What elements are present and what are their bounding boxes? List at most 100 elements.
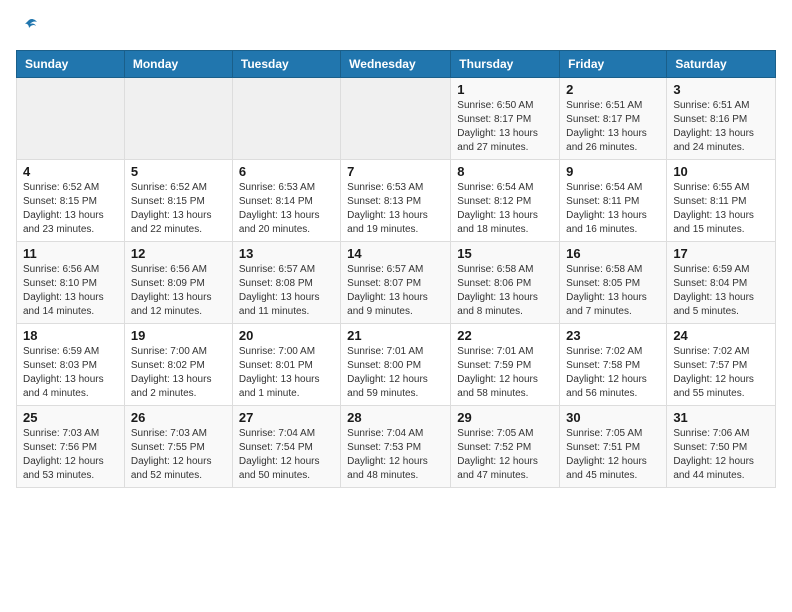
day-number: 15 (457, 246, 553, 261)
day-info: Sunrise: 6:54 AM Sunset: 8:12 PM Dayligh… (457, 181, 553, 237)
day-info: Sunrise: 6:55 AM Sunset: 8:11 PM Dayligh… (673, 181, 769, 237)
calendar-cell: 28 Sunrise: 7:04 AM Sunset: 7:53 PM Dayli… (341, 406, 451, 488)
header-day-thursday: Thursday (451, 51, 560, 78)
week-row-2: 11 Sunrise: 6:56 AM Sunset: 8:10 PM Dayli… (17, 242, 776, 324)
day-info: Sunrise: 7:01 AM Sunset: 8:00 PM Dayligh… (347, 345, 444, 401)
calendar-cell: 5 Sunrise: 6:52 AM Sunset: 8:15 PM Daylig… (124, 160, 232, 242)
calendar-header: SundayMondayTuesdayWednesdayThursdayFrid… (17, 51, 776, 78)
day-number: 6 (239, 164, 334, 179)
day-number: 22 (457, 328, 553, 343)
header-day-wednesday: Wednesday (341, 51, 451, 78)
header-day-sunday: Sunday (17, 51, 125, 78)
week-row-0: 1Sunrise: 6:50 AM Sunset: 8:17 PM Daylig… (17, 78, 776, 160)
page-header (16, 16, 776, 38)
day-number: 3 (673, 82, 769, 97)
day-info: Sunrise: 7:02 AM Sunset: 7:57 PM Dayligh… (673, 345, 769, 401)
day-number: 10 (673, 164, 769, 179)
calendar-cell: 15 Sunrise: 6:58 AM Sunset: 8:06 PM Dayli… (451, 242, 560, 324)
calendar-cell (232, 78, 340, 160)
calendar-cell: 30Sunrise: 7:05 AM Sunset: 7:51 PM Dayli… (560, 406, 667, 488)
calendar-cell: 19 Sunrise: 7:00 AM Sunset: 8:02 PM Dayli… (124, 324, 232, 406)
day-number: 20 (239, 328, 334, 343)
day-number: 29 (457, 410, 553, 425)
calendar-cell: 14 Sunrise: 6:57 AM Sunset: 8:07 PM Dayli… (341, 242, 451, 324)
day-number: 28 (347, 410, 444, 425)
day-number: 14 (347, 246, 444, 261)
header-day-saturday: Saturday (667, 51, 776, 78)
day-number: 16 (566, 246, 660, 261)
day-info: Sunrise: 7:06 AM Sunset: 7:50 PM Dayligh… (673, 427, 769, 483)
day-info: Sunrise: 6:57 AM Sunset: 8:07 PM Dayligh… (347, 263, 444, 319)
day-info: Sunrise: 6:57 AM Sunset: 8:08 PM Dayligh… (239, 263, 334, 319)
day-number: 13 (239, 246, 334, 261)
day-info: Sunrise: 6:53 AM Sunset: 8:13 PM Dayligh… (347, 181, 444, 237)
day-info: Sunrise: 7:03 AM Sunset: 7:55 PM Dayligh… (131, 427, 226, 483)
day-info: Sunrise: 6:58 AM Sunset: 8:06 PM Dayligh… (457, 263, 553, 319)
calendar-cell: 22 Sunrise: 7:01 AM Sunset: 7:59 PM Dayli… (451, 324, 560, 406)
day-info: Sunrise: 6:59 AM Sunset: 8:04 PM Dayligh… (673, 263, 769, 319)
day-info: Sunrise: 6:54 AM Sunset: 8:11 PM Dayligh… (566, 181, 660, 237)
calendar-cell: 27 Sunrise: 7:04 AM Sunset: 7:54 PM Dayli… (232, 406, 340, 488)
calendar-cell (17, 78, 125, 160)
day-info: Sunrise: 6:56 AM Sunset: 8:09 PM Dayligh… (131, 263, 226, 319)
day-number: 9 (566, 164, 660, 179)
day-number: 31 (673, 410, 769, 425)
day-number: 11 (23, 246, 118, 261)
calendar-cell: 20Sunrise: 7:00 AM Sunset: 8:01 PM Dayli… (232, 324, 340, 406)
header-day-tuesday: Tuesday (232, 51, 340, 78)
calendar-cell: 1Sunrise: 6:50 AM Sunset: 8:17 PM Daylig… (451, 78, 560, 160)
day-number: 12 (131, 246, 226, 261)
calendar-cell: 31 Sunrise: 7:06 AM Sunset: 7:50 PM Dayli… (667, 406, 776, 488)
day-number: 25 (23, 410, 118, 425)
calendar-cell (124, 78, 232, 160)
day-info: Sunrise: 6:51 AM Sunset: 8:17 PM Dayligh… (566, 99, 660, 155)
day-info: Sunrise: 7:02 AM Sunset: 7:58 PM Dayligh… (566, 345, 660, 401)
calendar-cell (341, 78, 451, 160)
calendar-cell: 29 Sunrise: 7:05 AM Sunset: 7:52 PM Dayli… (451, 406, 560, 488)
calendar-cell: 2 Sunrise: 6:51 AM Sunset: 8:17 PM Daylig… (560, 78, 667, 160)
day-info: Sunrise: 7:04 AM Sunset: 7:53 PM Dayligh… (347, 427, 444, 483)
week-row-4: 25Sunrise: 7:03 AM Sunset: 7:56 PM Dayli… (17, 406, 776, 488)
day-info: Sunrise: 6:58 AM Sunset: 8:05 PM Dayligh… (566, 263, 660, 319)
day-info: Sunrise: 6:52 AM Sunset: 8:15 PM Dayligh… (23, 181, 118, 237)
day-info: Sunrise: 6:52 AM Sunset: 8:15 PM Dayligh… (131, 181, 226, 237)
day-number: 4 (23, 164, 118, 179)
day-number: 24 (673, 328, 769, 343)
calendar-cell: 10 Sunrise: 6:55 AM Sunset: 8:11 PM Dayli… (667, 160, 776, 242)
calendar-cell: 24 Sunrise: 7:02 AM Sunset: 7:57 PM Dayli… (667, 324, 776, 406)
day-number: 2 (566, 82, 660, 97)
day-number: 5 (131, 164, 226, 179)
day-info: Sunrise: 7:01 AM Sunset: 7:59 PM Dayligh… (457, 345, 553, 401)
calendar-cell: 16 Sunrise: 6:58 AM Sunset: 8:05 PM Dayli… (560, 242, 667, 324)
day-info: Sunrise: 6:59 AM Sunset: 8:03 PM Dayligh… (23, 345, 118, 401)
week-row-3: 18Sunrise: 6:59 AM Sunset: 8:03 PM Dayli… (17, 324, 776, 406)
calendar-cell: 26 Sunrise: 7:03 AM Sunset: 7:55 PM Dayli… (124, 406, 232, 488)
logo-bird-icon (18, 16, 40, 38)
day-number: 19 (131, 328, 226, 343)
day-number: 21 (347, 328, 444, 343)
calendar-body: 1Sunrise: 6:50 AM Sunset: 8:17 PM Daylig… (17, 78, 776, 488)
calendar-cell: 17Sunrise: 6:59 AM Sunset: 8:04 PM Dayli… (667, 242, 776, 324)
day-number: 26 (131, 410, 226, 425)
calendar-cell: 23 Sunrise: 7:02 AM Sunset: 7:58 PM Dayli… (560, 324, 667, 406)
day-info: Sunrise: 6:51 AM Sunset: 8:16 PM Dayligh… (673, 99, 769, 155)
calendar-cell: 3 Sunrise: 6:51 AM Sunset: 8:16 PM Daylig… (667, 78, 776, 160)
day-info: Sunrise: 7:00 AM Sunset: 8:02 PM Dayligh… (131, 345, 226, 401)
header-row: SundayMondayTuesdayWednesdayThursdayFrid… (17, 51, 776, 78)
calendar-cell: 4 Sunrise: 6:52 AM Sunset: 8:15 PM Daylig… (17, 160, 125, 242)
logo (16, 16, 40, 38)
day-number: 23 (566, 328, 660, 343)
calendar-cell: 12 Sunrise: 6:56 AM Sunset: 8:09 PM Dayli… (124, 242, 232, 324)
calendar-table: SundayMondayTuesdayWednesdayThursdayFrid… (16, 50, 776, 488)
calendar-cell: 21 Sunrise: 7:01 AM Sunset: 8:00 PM Dayli… (341, 324, 451, 406)
day-info: Sunrise: 7:05 AM Sunset: 7:52 PM Dayligh… (457, 427, 553, 483)
calendar-cell: 11 Sunrise: 6:56 AM Sunset: 8:10 PM Dayli… (17, 242, 125, 324)
week-row-1: 4 Sunrise: 6:52 AM Sunset: 8:15 PM Daylig… (17, 160, 776, 242)
header-day-friday: Friday (560, 51, 667, 78)
day-info: Sunrise: 6:56 AM Sunset: 8:10 PM Dayligh… (23, 263, 118, 319)
day-info: Sunrise: 7:04 AM Sunset: 7:54 PM Dayligh… (239, 427, 334, 483)
day-info: Sunrise: 7:05 AM Sunset: 7:51 PM Dayligh… (566, 427, 660, 483)
day-number: 8 (457, 164, 553, 179)
day-number: 27 (239, 410, 334, 425)
header-day-monday: Monday (124, 51, 232, 78)
